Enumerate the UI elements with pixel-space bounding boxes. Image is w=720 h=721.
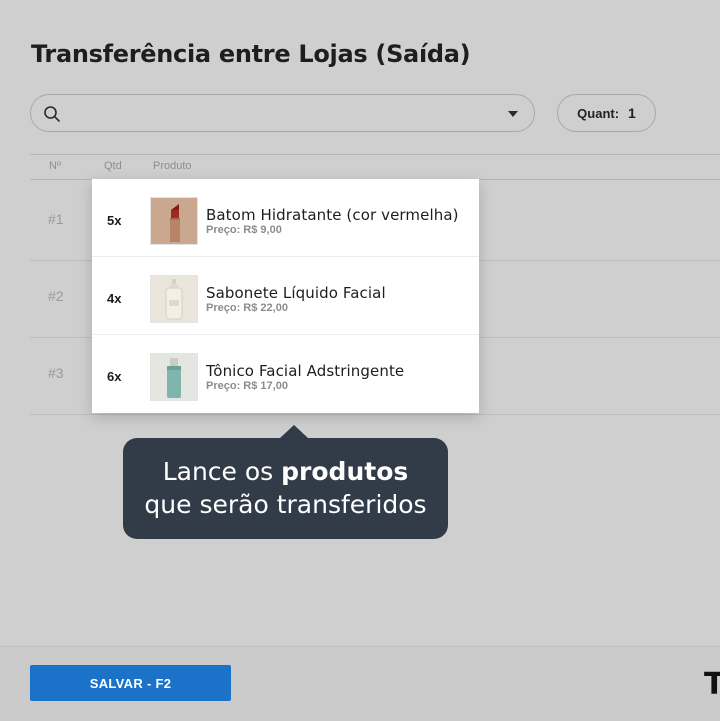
- column-header-number: Nº: [49, 160, 61, 172]
- row-index: #1: [48, 211, 64, 227]
- tooltip-line-2: que serão transferidos: [144, 490, 427, 519]
- footer-bar: SALVAR - F2 T: [0, 646, 720, 721]
- suggestion-price: Preço: R$ 22,00: [206, 302, 288, 314]
- search-icon: [44, 106, 60, 122]
- column-header-product: Produto: [153, 160, 192, 172]
- product-suggestion-dropdown: 5x Batom Hidratante (cor vermelha) Preço…: [92, 179, 479, 413]
- product-search-combobox[interactable]: [30, 94, 535, 132]
- suggestion-item[interactable]: 6x Tônico Facial Adstringente Preço: R$ …: [92, 335, 479, 412]
- suggestion-name: Sabonete Líquido Facial: [206, 284, 386, 302]
- tooltip-text-bold: produtos: [281, 457, 409, 486]
- quantity-value[interactable]: 1: [628, 105, 636, 121]
- search-input[interactable]: [75, 101, 499, 127]
- suggestion-qty: 5x: [107, 213, 122, 228]
- save-button[interactable]: SALVAR - F2: [30, 665, 231, 701]
- suggestion-item[interactable]: 5x Batom Hidratante (cor vermelha) Preço…: [92, 179, 479, 257]
- page-title: Transferência entre Lojas (Saída): [31, 40, 471, 68]
- suggestion-qty: 4x: [107, 291, 122, 306]
- suggestion-name: Batom Hidratante (cor vermelha): [206, 206, 459, 224]
- tooltip-arrow-icon: [280, 425, 308, 438]
- suggestion-price: Preço: R$ 17,00: [206, 380, 288, 392]
- row-index: #2: [48, 288, 64, 304]
- suggestion-price: Preço: R$ 9,00: [206, 224, 282, 236]
- lipstick-thumbnail-icon: [150, 197, 198, 245]
- tooltip-text-prefix: Lance os: [162, 457, 282, 486]
- column-header-qty: Qtd: [104, 160, 122, 172]
- table-header: Nº Qtd Produto: [30, 154, 720, 180]
- toner-bottle-thumbnail-icon: [150, 353, 198, 401]
- quantity-field[interactable]: Quant: 1: [557, 94, 656, 132]
- soap-bottle-thumbnail-icon: [150, 275, 198, 323]
- tutorial-tooltip: Lance os produtos que serão transferidos: [123, 425, 448, 539]
- suggestion-qty: 6x: [107, 369, 122, 384]
- caret-down-icon[interactable]: [507, 109, 519, 119]
- suggestion-item[interactable]: 4x Sabonete Líquido Facial Preço: R$ 22,…: [92, 257, 479, 335]
- quantity-label: Quant:: [577, 105, 620, 121]
- brand-logo: T: [704, 667, 720, 702]
- tooltip-line-1: Lance os produtos: [123, 455, 448, 488]
- suggestion-name: Tônico Facial Adstringente: [206, 362, 405, 380]
- row-index: #3: [48, 365, 64, 381]
